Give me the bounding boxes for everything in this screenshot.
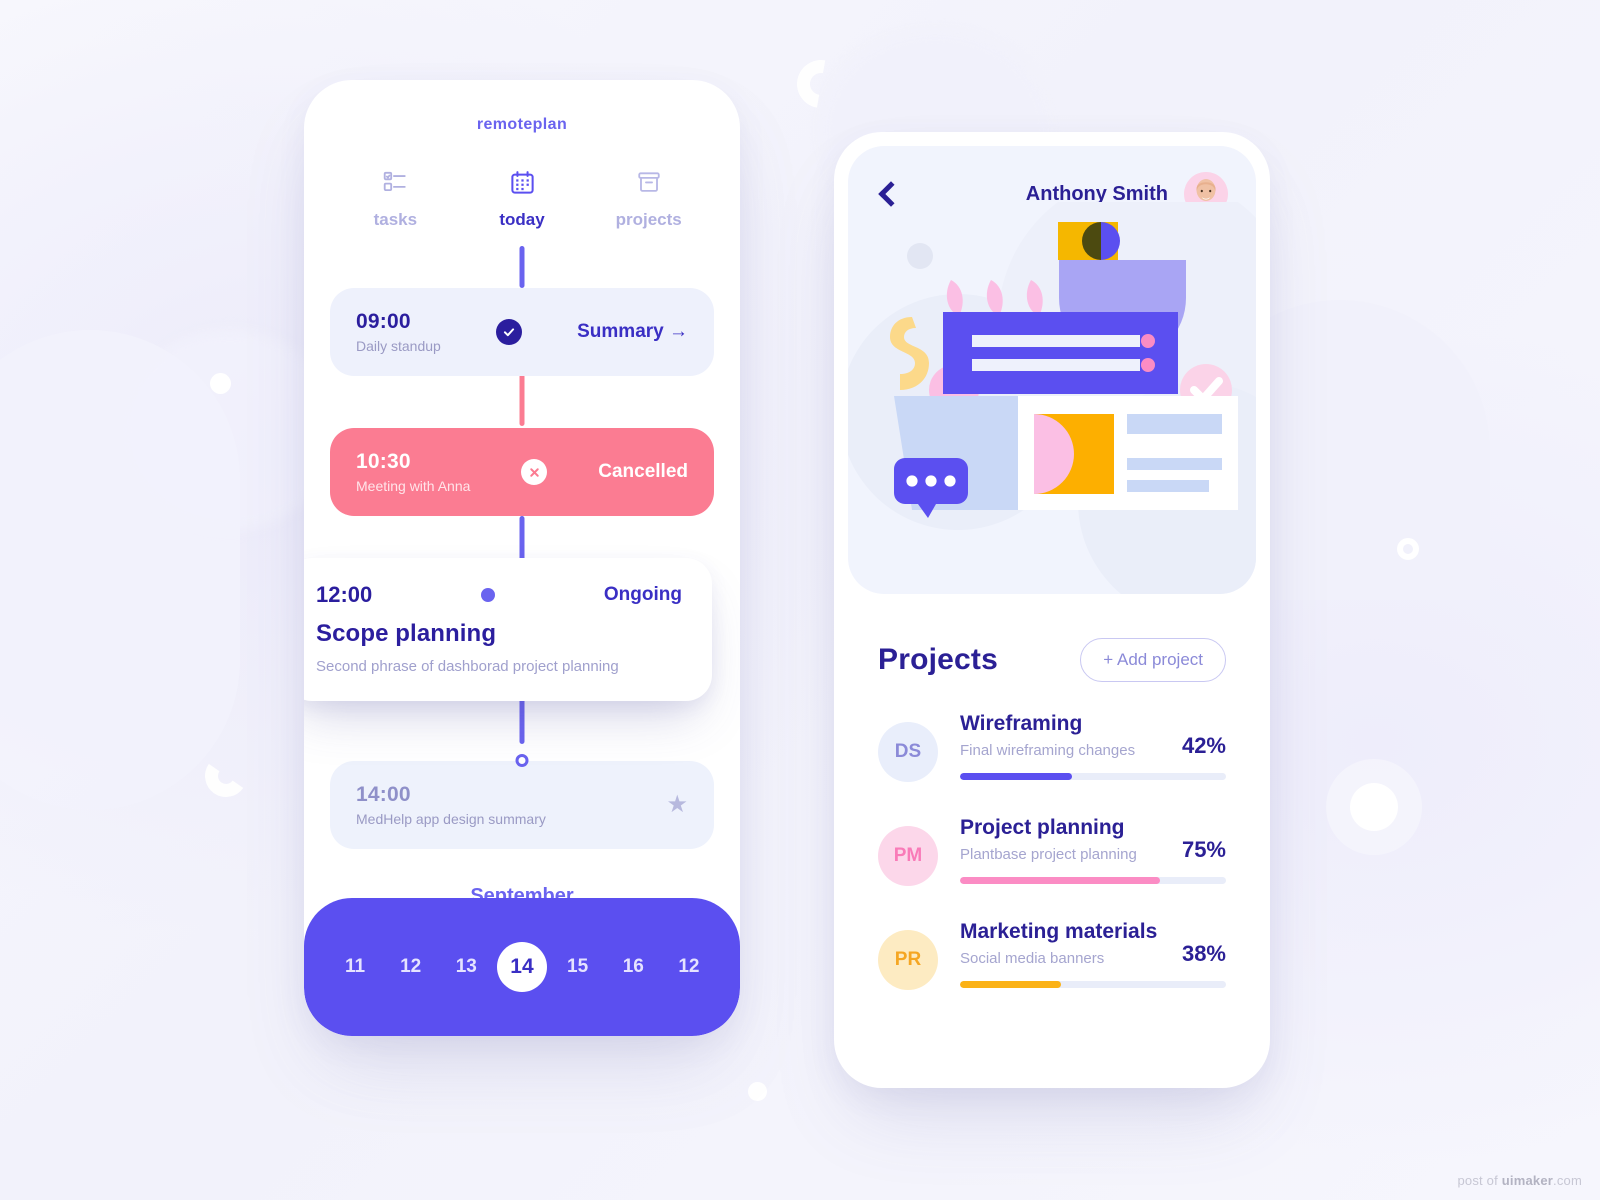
workspace-illustration	[848, 202, 1256, 594]
calendar-day-selected[interactable]: 14	[496, 942, 547, 992]
phone-today-screen: remoteplan tasks today projects 09:00 Da…	[304, 80, 740, 1036]
calendar-day[interactable]: 15	[553, 942, 603, 992]
watermark-suffix: .com	[1553, 1173, 1582, 1188]
decorative-dot-bottom	[748, 1082, 767, 1101]
x-badge-icon	[521, 459, 548, 485]
page-title: Projects	[878, 643, 998, 676]
event-time: 09:00	[356, 310, 411, 333]
decorative-ring-right	[1397, 538, 1419, 560]
project-row[interactable]: PM Project planning Plantbase project pl…	[878, 816, 1226, 886]
event-description: Second phrase of dashborad project plann…	[316, 658, 619, 675]
project-row[interactable]: DS Wireframing Final wireframing changes…	[878, 712, 1226, 782]
project-name: Marketing materials	[960, 920, 1158, 943]
calendar-icon	[459, 166, 586, 198]
calendar-day[interactable]: 12	[664, 942, 714, 992]
calendar-day[interactable]: 16	[608, 942, 658, 992]
event-subtitle: Daily standup	[356, 338, 441, 354]
canvas-background	[0, 0, 1600, 1200]
tab-today[interactable]: today	[459, 166, 586, 230]
project-progress-bar	[960, 773, 1226, 780]
decorative-arc-bottom	[201, 751, 251, 801]
decorative-arc-top	[787, 50, 855, 118]
tab-tasks[interactable]: tasks	[332, 166, 459, 230]
project-progress-bar	[960, 877, 1226, 884]
project-progress-bar	[960, 981, 1226, 988]
add-project-button[interactable]: + Add project	[1080, 638, 1226, 682]
event-subtitle: Meeting with Anna	[356, 478, 471, 494]
project-avatar: PR	[878, 930, 938, 990]
timeline-connector-1	[519, 374, 525, 426]
project-avatar: PM	[878, 826, 938, 886]
checklist-icon	[332, 166, 459, 198]
profile-header-panel: Anthony Smith	[848, 146, 1256, 594]
project-avatar: DS	[878, 722, 938, 782]
timeline-connector-0	[519, 246, 525, 288]
project-percent: 38%	[1181, 941, 1226, 966]
project-subtitle: Plantbase project planning	[960, 846, 1137, 863]
project-name: Project planning	[960, 816, 1125, 839]
decorative-pill-left	[0, 330, 240, 810]
tab-bar: tasks today projects	[304, 166, 740, 230]
event-title: Scope planning	[316, 620, 497, 647]
watermark: post of uimaker.com	[1458, 1173, 1583, 1188]
event-time: 14:00	[356, 783, 411, 806]
today-timeline: 09:00 Daily standup Summary → 10:30 Meet…	[304, 246, 740, 867]
check-badge-icon	[495, 319, 522, 345]
tab-projects-label: projects	[615, 210, 682, 229]
star-icon[interactable]: ★	[666, 793, 688, 817]
tab-today-label: today	[499, 210, 545, 229]
project-percent: 75%	[1181, 837, 1226, 862]
hollow-dot-icon	[515, 754, 529, 767]
timeline-event-card[interactable]: 09:00 Daily standup Summary →	[330, 288, 714, 376]
project-percent: 42%	[1181, 733, 1226, 758]
tab-projects[interactable]: projects	[585, 166, 712, 230]
watermark-brand: uimaker	[1501, 1173, 1554, 1188]
event-status[interactable]: Summary →	[577, 321, 688, 343]
projects-section-header: Projects + Add project	[848, 594, 1256, 682]
event-time: 10:30	[356, 450, 411, 473]
filled-dot-icon	[481, 588, 496, 602]
event-subtitle: MedHelp app design summary	[356, 811, 546, 827]
decorative-circle-right	[1350, 783, 1398, 831]
app-brand-title: remoteplan	[476, 116, 568, 133]
timeline-event-card[interactable]: 14:00 MedHelp app design summary ★	[330, 754, 714, 849]
calendar-day[interactable]: 13	[441, 942, 491, 992]
calendar-day[interactable]: 12	[386, 942, 436, 992]
event-status: Cancelled	[598, 461, 688, 482]
projects-list: DS Wireframing Final wireframing changes…	[848, 682, 1256, 990]
project-row[interactable]: PR Marketing materials Social media bann…	[878, 920, 1226, 990]
timeline-event-card-ongoing[interactable]: 12:00 Ongoing Scope planning Second phra…	[304, 558, 712, 701]
project-name: Wireframing	[960, 712, 1083, 735]
project-subtitle: Final wireframing changes	[960, 742, 1136, 759]
event-time: 12:00	[316, 582, 373, 607]
timeline-event-card[interactable]: 10:30 Meeting with Anna Cancelled	[330, 428, 714, 516]
phone-projects-screen: Anthony Smith Projects + Add project DS …	[834, 132, 1270, 1088]
tab-tasks-label: tasks	[373, 210, 418, 229]
event-status: Ongoing	[603, 584, 682, 605]
calendar-day-strip: 11 12 13 14 15 16 12	[304, 898, 740, 1036]
watermark-prefix: post of	[1457, 1173, 1502, 1188]
archive-box-icon	[585, 166, 712, 198]
decorative-dot-left	[210, 373, 231, 394]
calendar-day[interactable]: 11	[330, 942, 380, 992]
project-subtitle: Social media banners	[960, 950, 1105, 967]
